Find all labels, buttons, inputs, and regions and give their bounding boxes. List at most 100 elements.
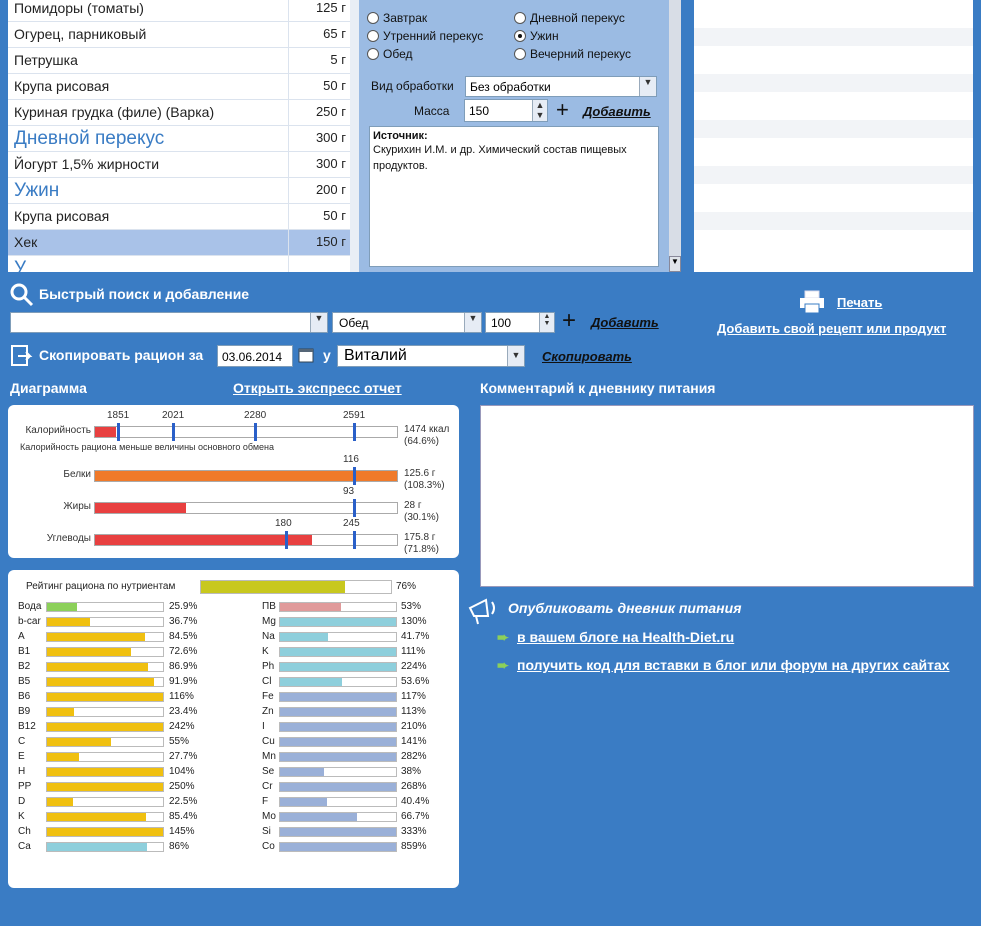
radio-breakfast[interactable]: Завтрак — [367, 11, 427, 25]
column-divider — [288, 126, 289, 151]
person-select[interactable]: Виталий ▼ — [337, 345, 525, 367]
plus-icon[interactable]: + — [562, 307, 576, 335]
food-list-scrollbar[interactable] — [350, 0, 359, 272]
food-weight: 5 г — [330, 52, 346, 67]
column-divider — [288, 22, 289, 47]
radio-label: Обед — [383, 47, 413, 61]
radio-lunch[interactable]: Обед — [367, 47, 412, 61]
panel-scrollbar[interactable]: ▼ — [669, 0, 681, 272]
quick-add-button[interactable]: Добавить — [591, 315, 659, 330]
publish-blog-link[interactable]: в вашем блоге на Health-Diet.ru — [517, 629, 734, 645]
nutrient-label: Cr — [262, 781, 273, 792]
calories-marker-label: 2591 — [343, 410, 366, 421]
nutrient-bar — [279, 722, 397, 732]
print-link[interactable]: Печать — [837, 295, 882, 310]
printer-icon[interactable] — [798, 290, 826, 319]
calendar-icon[interactable] — [298, 347, 314, 368]
column-divider — [288, 0, 289, 21]
column-divider — [288, 256, 289, 272]
macro-pct: (108.3%) — [404, 480, 445, 491]
comment-textarea[interactable] — [480, 405, 974, 587]
processing-select[interactable]: Без обработки ▼ — [465, 76, 657, 97]
radio-dinner[interactable]: Ужин — [514, 29, 559, 43]
publish-code-link[interactable]: получить код для вставки в блог или фору… — [517, 657, 950, 673]
energy-macro-chart: Калорийность 1474 ккал (64.6%) 1851 2021 2280… — [8, 405, 459, 558]
nutrient-label: Mn — [262, 751, 276, 762]
meal-header-row[interactable]: Дневной перекус 300 г — [8, 126, 350, 152]
food-row[interactable]: Куриная грудка (филе) (Варка) 250 г — [8, 100, 350, 126]
nutrient-label: C — [18, 736, 26, 747]
add-button[interactable]: Добавить — [583, 104, 651, 119]
nutrient-label: Ch — [18, 826, 31, 837]
nutrient-label: H — [18, 766, 26, 777]
meal-header-row[interactable]: У — [8, 256, 350, 272]
chevron-down-icon: ▼ — [310, 313, 327, 332]
fat-marker-label: 93 — [343, 486, 355, 497]
carb-marker-label: 180 — [275, 518, 292, 529]
meal-select[interactable]: Обед ▼ — [332, 312, 482, 333]
radio-evening-snack[interactable]: Вечерний перекус — [514, 47, 631, 61]
nutrient-bar-fill — [47, 723, 163, 731]
protein-marker-label: 116 — [343, 454, 359, 465]
radio-day-snack[interactable]: Дневной перекус — [514, 11, 625, 25]
nutrient-label: Ca — [18, 841, 31, 852]
nutrient-label: K — [18, 811, 25, 822]
nutrient-bar — [279, 752, 397, 762]
copy-date-input[interactable]: 03.06.2014 — [217, 345, 293, 367]
nutrient-bar-fill — [280, 603, 342, 611]
quick-search-input[interactable]: ▼ — [10, 312, 328, 333]
food-weight: 300 г — [315, 156, 346, 171]
macro-pct: (71.8%) — [404, 544, 440, 555]
nutrient-bar — [279, 797, 397, 807]
food-row[interactable]: Помидоры (томаты) 125 г — [8, 0, 350, 22]
macro-bar-fill — [95, 503, 186, 513]
nutrient-pct: 53% — [401, 601, 422, 612]
stepper-icon[interactable]: ▲ ▼ — [539, 313, 554, 332]
nutrient-bar — [46, 827, 164, 837]
nutrient-pct: 41.7% — [401, 631, 430, 642]
nutrient-bar-fill — [280, 843, 396, 851]
nutrient-bar-fill — [280, 798, 327, 806]
calories-note: Калорийность рациона меньше величины осн… — [20, 442, 274, 452]
nutrient-label: B9 — [18, 706, 31, 717]
food-name: Крупа рисовая — [14, 208, 110, 224]
copy-button[interactable]: Скопировать — [542, 349, 632, 364]
nutrient-label: F — [262, 796, 269, 807]
food-row[interactable]: Йогурт 1,5% жирности 300 г — [8, 152, 350, 178]
express-report-link[interactable]: Открыть экспресс отчет — [233, 380, 402, 396]
nutrient-label: Mg — [262, 616, 276, 627]
nutrient-label: Cl — [262, 676, 272, 687]
nutrient-bar — [46, 782, 164, 792]
meal-header-row[interactable]: Ужин 200 г — [8, 178, 350, 204]
plus-icon[interactable]: + — [556, 97, 569, 123]
processing-label: Вид обработки — [371, 79, 454, 93]
stepper-icon[interactable]: ▲ ▼ — [532, 100, 547, 121]
food-row[interactable]: Хек 150 г — [8, 230, 350, 256]
nutrient-pct: 84.5% — [169, 631, 198, 642]
nutrient-bar-fill — [280, 783, 396, 791]
nutrient-bar — [279, 647, 397, 657]
amount-input[interactable]: 100 ▲ ▼ — [485, 312, 555, 333]
radio-morning-snack[interactable]: Утренний перекус — [367, 29, 483, 43]
chevron-down-icon: ▼ — [507, 346, 524, 366]
nutrient-bar-fill — [280, 633, 329, 641]
calories-label: Калорийность — [25, 425, 91, 436]
food-row[interactable]: Крупа рисовая 50 г — [8, 74, 350, 100]
column-divider — [288, 204, 289, 229]
nutrient-rating-chart: Рейтинг рациона по нутриентам 76% Вода 25.9… — [8, 570, 459, 888]
scroll-down-arrow-icon[interactable]: ▼ — [669, 256, 681, 272]
food-list: Помидоры (томаты) 125 г Огурец, парниковый… — [8, 0, 350, 272]
calories-pct: (64.6%) — [404, 436, 440, 447]
mass-input[interactable]: 150 ▲ ▼ — [464, 99, 548, 122]
food-row[interactable]: Крупа рисовая 50 г — [8, 204, 350, 230]
food-row[interactable]: Петрушка 5 г — [8, 48, 350, 74]
rating-label: Рейтинг рациона по нутриентам — [26, 581, 176, 592]
add-recipe-link[interactable]: Добавить свой рецепт или продукт — [717, 321, 946, 336]
food-row[interactable]: Огурец, парниковый 65 г — [8, 22, 350, 48]
rating-bar — [200, 580, 392, 594]
nutrient-label: Mo — [262, 811, 276, 822]
calories-marker — [117, 423, 120, 441]
copy-date-value: 03.06.2014 — [222, 350, 283, 364]
nutrient-bar-fill — [47, 708, 75, 716]
nutrient-bar-fill — [280, 723, 396, 731]
